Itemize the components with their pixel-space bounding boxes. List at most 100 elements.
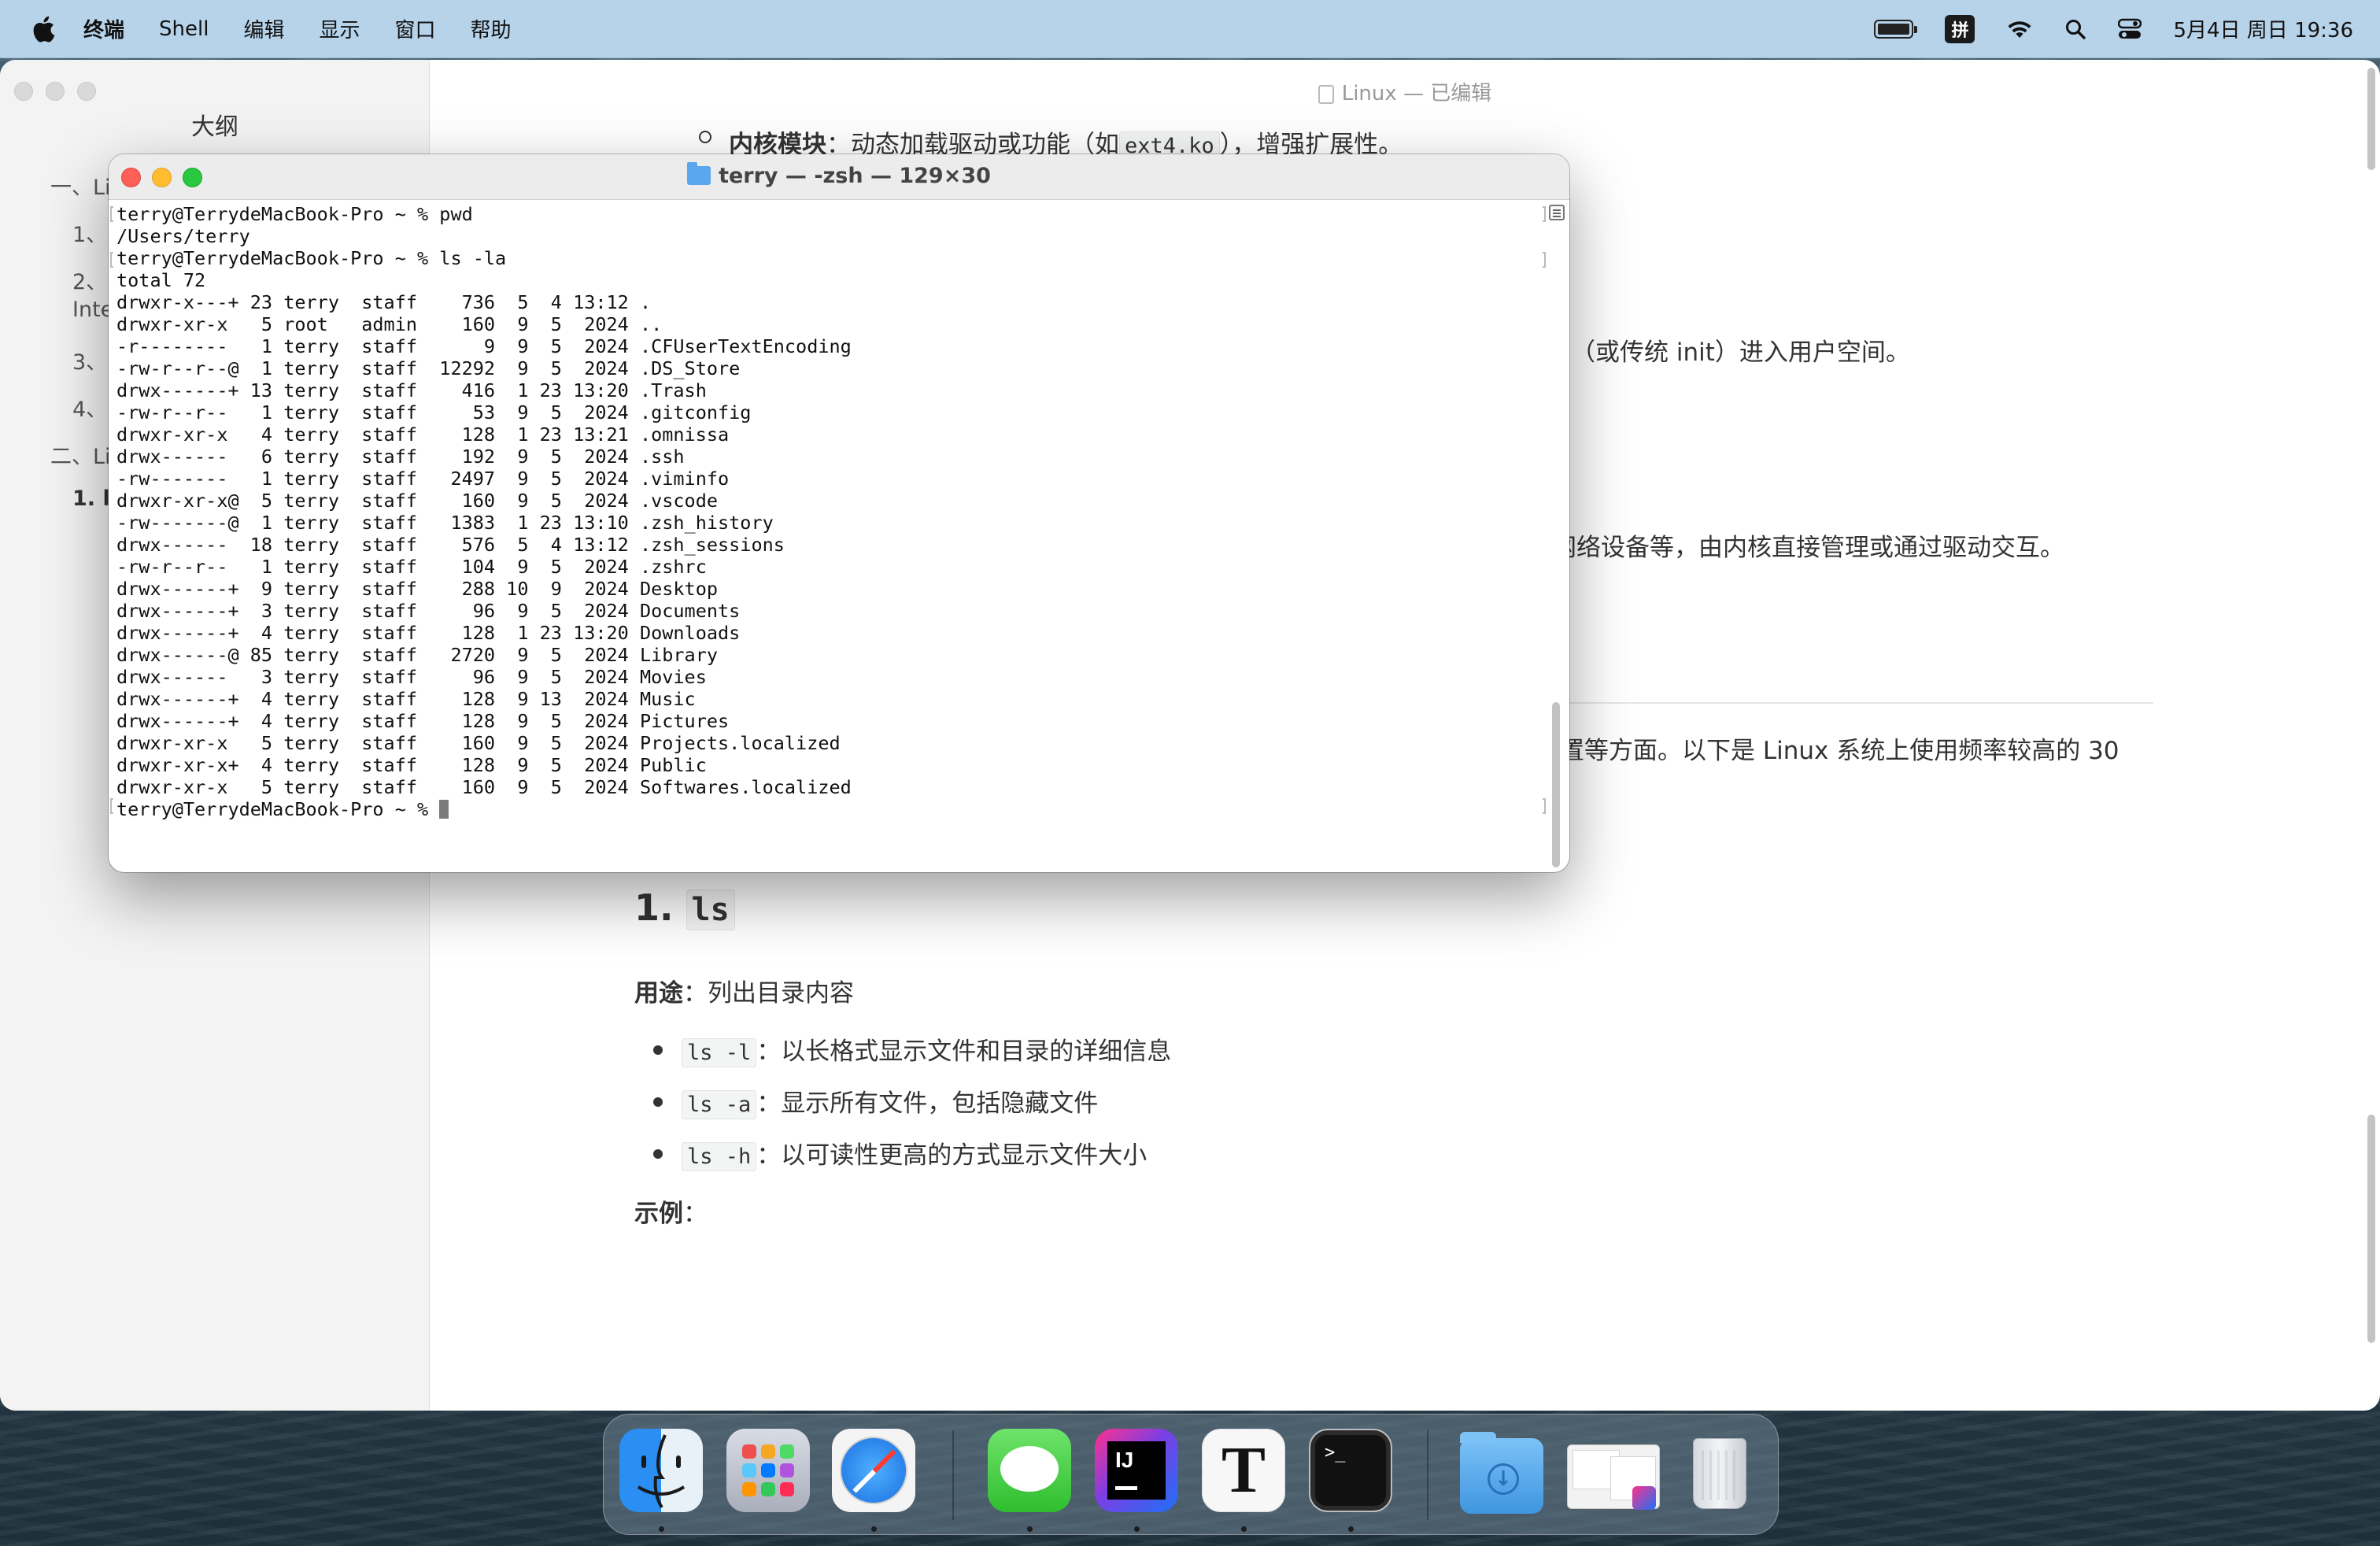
prompt-mark xyxy=(110,252,113,268)
dock-separator xyxy=(952,1430,954,1520)
heading-ls: 1. ls xyxy=(634,886,735,930)
list-bullet-icon xyxy=(699,131,711,143)
editor-close-button[interactable] xyxy=(14,82,33,101)
control-center-icon[interactable] xyxy=(2118,18,2142,40)
list-bullet-icon xyxy=(653,1149,663,1159)
dock-finder[interactable] xyxy=(619,1429,703,1512)
terminal-line: drwxr-xr-x 5 terry staff 160 9 5 2024 So… xyxy=(116,776,852,798)
prompt-mark xyxy=(110,798,113,814)
editor-window-controls xyxy=(14,82,109,101)
outline-item[interactable]: 二、Li xyxy=(50,439,111,470)
dock-terminal[interactable]: >_ xyxy=(1309,1429,1392,1512)
heading-code: ls xyxy=(686,890,735,930)
terminal-titlebar[interactable]: terry — -zsh — 129×30 xyxy=(109,154,1569,200)
terminal-title-text: terry — -zsh — 129×30 xyxy=(719,164,991,188)
typora-icon: T xyxy=(1221,1433,1266,1507)
terminal-title: terry — -zsh — 129×30 xyxy=(109,162,1569,188)
editor-minimize-button[interactable] xyxy=(46,82,65,101)
usage-label: 用途 xyxy=(634,979,683,1008)
menu-bar-clock[interactable]: 5月4日 周日 19:36 xyxy=(2173,14,2353,43)
terminal-lines: terry@TerrydeMacBook-Pro ~ % pwd/Users/t… xyxy=(116,203,1538,798)
dock-separator xyxy=(1427,1430,1428,1520)
dock: IJ T >_ ↓ xyxy=(603,1414,1779,1535)
terminal-line: -rw-r--r--@ 1 terry staff 12292 9 5 2024… xyxy=(116,357,741,379)
menu-shell[interactable]: Shell xyxy=(159,17,209,41)
outline-item[interactable]: 4、 xyxy=(72,392,107,423)
terminal-line: drwxr-x---+ 23 terry staff 736 5 4 13:12… xyxy=(116,291,652,313)
list-item: ls -h ：以可读性更高的方式显示文件大小 xyxy=(682,1135,1147,1171)
terminal-cursor xyxy=(439,800,449,819)
terminal-prompt-line[interactable]: terry@TerrydeMacBook-Pro ~ % xyxy=(116,798,1538,820)
list-bullet-icon xyxy=(653,1097,663,1107)
dock-launchpad[interactable] xyxy=(726,1429,810,1512)
dock-running-indicator xyxy=(871,1526,877,1532)
terminal-line: drwx------@ 85 terry staff 2720 9 5 2024… xyxy=(116,644,719,666)
dock-downloads-folder[interactable]: ↓ xyxy=(1460,1432,1543,1514)
list-item-text: ：以可读性更高的方式显示文件大小 xyxy=(756,1141,1148,1170)
terminal-line: drwxr-xr-x 4 terry staff 128 1 23 13:21 … xyxy=(116,423,730,446)
prompt-mark xyxy=(110,206,113,222)
intellij-icon: IJ xyxy=(1107,1441,1166,1500)
dock-running-indicator xyxy=(1134,1526,1140,1532)
dock-typora[interactable]: T xyxy=(1202,1429,1285,1512)
paragraph-init: （或传统 init）进入用户空间。 xyxy=(1571,338,1910,367)
outline-item[interactable]: 3、 xyxy=(72,345,107,375)
menu-bar-status-area: 拼 5月4日 周日 19:36 xyxy=(1842,14,2353,43)
editor-zoom-button[interactable] xyxy=(77,82,96,101)
prompt-mark xyxy=(1543,798,1546,814)
outline-item[interactable]: 2、 xyxy=(72,264,107,295)
terminal-output[interactable]: terry@TerrydeMacBook-Pro ~ % pwd/Users/t… xyxy=(116,203,1538,872)
list-item-code: ls -h xyxy=(682,1142,757,1171)
terminal-line: drwx------ 6 terry staff 192 9 5 2024 .s… xyxy=(116,446,685,468)
input-method-icon[interactable]: 拼 xyxy=(1945,14,1975,43)
dock-running-indicator xyxy=(1348,1526,1354,1532)
dock-recent-stack[interactable] xyxy=(1567,1444,1660,1510)
example-label: 示例 xyxy=(634,1200,683,1228)
dock-messages[interactable] xyxy=(988,1429,1071,1512)
download-arrow-icon: ↓ xyxy=(1488,1463,1519,1495)
dock-safari[interactable] xyxy=(832,1429,915,1512)
outline-item[interactable]: 1、 xyxy=(72,217,107,248)
outline-item-active[interactable]: 1. l xyxy=(72,486,110,511)
terminal-line: drwx------ 18 terry staff 576 5 4 13:12 … xyxy=(116,534,785,556)
list-item: ls -l ：以长格式显示文件和目录的详细信息 xyxy=(682,1031,1171,1067)
terminal-marks-icon[interactable] xyxy=(1549,205,1565,220)
outline-item[interactable]: Inte xyxy=(72,298,113,322)
terminal-scrollbar-thumb[interactable] xyxy=(1552,702,1560,867)
outline-item[interactable]: 一、Li xyxy=(50,170,111,201)
terminal-window[interactable]: terry — -zsh — 129×30 terry@TerrydeMacBo… xyxy=(109,154,1569,872)
menu-bar: 终端 Shell 编辑 显示 窗口 帮助 拼 5月4日 周日 19:36 xyxy=(0,0,2380,58)
dock-intellij-idea[interactable]: IJ xyxy=(1095,1429,1178,1512)
battery-icon[interactable] xyxy=(1874,19,1918,39)
terminal-scrollbar[interactable] xyxy=(1547,205,1565,872)
terminal-line: drwxr-xr-x 5 terry staff 160 9 5 2024 Pr… xyxy=(116,732,841,754)
terminal-line: /Users/terry xyxy=(116,225,250,247)
editor-scrollbar-thumb[interactable] xyxy=(2367,1115,2375,1343)
terminal-line: drwx------+ 13 terry staff 416 1 23 13:2… xyxy=(116,379,707,401)
terminal-line: drwx------+ 3 terry staff 96 9 5 2024 Do… xyxy=(116,600,741,622)
editor-scrollbar[interactable] xyxy=(2358,60,2380,1411)
intellij-badge-icon xyxy=(1632,1486,1656,1510)
editor-scrollbar-thumb-top[interactable] xyxy=(2367,68,2375,170)
heading-number: 1. xyxy=(634,886,674,929)
terminal-line: drwx------+ 4 terry staff 128 1 23 13:20… xyxy=(116,622,741,644)
list-item-text: ：以长格式显示文件和目录的详细信息 xyxy=(756,1037,1172,1066)
terminal-line: drwxr-xr-x 5 root admin 160 9 5 2024 .. xyxy=(116,313,663,335)
menu-view[interactable]: 显示 xyxy=(319,14,360,43)
wifi-icon[interactable] xyxy=(2006,19,2033,39)
list-item: ls -a ：显示所有文件，包括隐藏文件 xyxy=(682,1083,1098,1119)
terminal-line: drwxr-xr-x@ 5 terry staff 160 9 5 2024 .… xyxy=(116,490,719,512)
dock-trash[interactable] xyxy=(1677,1429,1761,1512)
menu-app-name[interactable]: 终端 xyxy=(83,14,124,43)
menu-window[interactable]: 窗口 xyxy=(394,14,435,43)
spotlight-search-icon[interactable] xyxy=(2064,18,2086,40)
folder-tab xyxy=(1460,1432,1496,1443)
menu-help[interactable]: 帮助 xyxy=(471,14,512,43)
terminal-line: drwx------+ 4 terry staff 128 9 5 2024 P… xyxy=(116,710,730,732)
apple-logo-icon[interactable] xyxy=(31,16,55,43)
folder-icon xyxy=(687,162,711,185)
terminal-line: terry@TerrydeMacBook-Pro ~ % pwd xyxy=(116,203,473,225)
editor-window-title: Linux — 已编辑 xyxy=(430,77,2380,106)
terminal-app-prompt: >_ xyxy=(1325,1443,1346,1463)
menu-edit[interactable]: 编辑 xyxy=(243,14,284,43)
